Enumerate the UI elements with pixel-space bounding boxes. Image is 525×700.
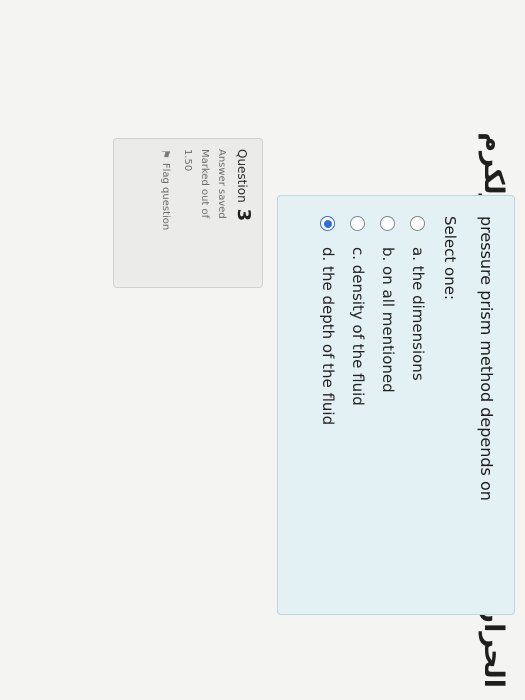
answer-option-a-label: a. the dimensions [409,247,427,381]
radio-c[interactable] [350,216,366,231]
answer-state: Answer saved [216,149,227,219]
answer-option-a[interactable]: a. the dimensions [409,216,427,594]
question-number-row: Question 3 [233,149,254,277]
flag-question-link[interactable]: ⚑ Flag question [159,149,172,277]
answer-option-d[interactable]: d. the depth of the fluid [319,216,337,594]
answer-option-b[interactable]: b. on all mentioned [379,216,397,594]
marked-value: 1.50 [182,149,193,172]
radio-b[interactable] [380,216,396,231]
question-text: pressure prism method depends on [477,216,496,501]
question-formulation: pressure prism method depends on Select … [277,195,515,615]
flag-icon: ⚑ [159,149,172,159]
select-one-prompt: Select one: [441,216,459,301]
answer-option-c-label: c. density of the fluid [349,247,367,406]
marked-label: Marked out of [199,149,210,219]
question-label: Question [235,149,249,203]
answer-option-b-label: b. on all mentioned [379,247,397,393]
flag-question-label: Flag question [160,162,171,231]
radio-a[interactable] [410,216,426,231]
question-info-box: Question 3 Answer saved Marked out of 1.… [113,138,263,288]
answer-option-d-label: d. the depth of the fluid [319,247,337,426]
rotated-page: الحراري وميكانيكا الموائع نظري - طولكرم … [0,0,525,700]
answer-option-c[interactable]: c. density of the fluid [349,216,367,594]
radio-d[interactable] [320,216,336,231]
question-number: 3 [233,208,254,222]
